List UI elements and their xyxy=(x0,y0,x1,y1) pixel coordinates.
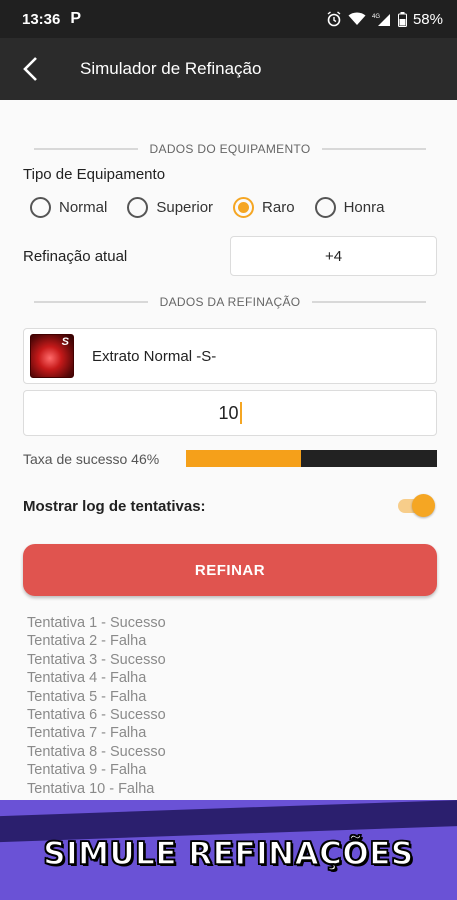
success-rate-bar xyxy=(186,450,437,467)
log-item: Tentativa 5 - Falha xyxy=(27,688,147,705)
quantity-input[interactable]: 10 xyxy=(23,390,437,436)
radio-normal[interactable]: Normal xyxy=(30,197,107,218)
log-item: Tentativa 6 - Sucesso xyxy=(27,707,166,724)
current-refine-value: +4 xyxy=(324,247,343,265)
battery-percent: 58% xyxy=(412,10,443,28)
refine-ore-icon: S xyxy=(30,334,74,378)
show-log-toggle[interactable] xyxy=(396,493,436,519)
parking-app-icon: P xyxy=(70,10,82,27)
refine-item-select[interactable]: S Extrato Normal -S- xyxy=(23,328,437,384)
current-refine-label: Refinação atual xyxy=(23,248,128,265)
radio-label: Normal xyxy=(59,199,108,216)
equipment-type-group: Normal Superior Raro Honra xyxy=(30,197,384,218)
app-bar: Simulador de Refinação xyxy=(0,38,457,100)
log-item: Tentativa 3 - Sucesso xyxy=(27,651,166,668)
radio-circle xyxy=(30,197,51,218)
quantity-value: 10 xyxy=(218,402,239,423)
battery-icon xyxy=(397,11,407,27)
divider-line xyxy=(34,301,148,303)
radio-honra[interactable]: Honra xyxy=(314,197,385,218)
attempt-log: Tentativa 1 - Sucesso Tentativa 2 - Falha… xyxy=(27,614,427,798)
equipment-type-label: Tipo de Equipamento xyxy=(23,166,166,183)
banner-text: SIMULE REFINAÇÕES xyxy=(43,835,414,873)
status-icons: 4G 58% xyxy=(326,11,443,28)
status-time: 13:36 xyxy=(22,10,61,28)
success-rate-fill xyxy=(186,450,302,467)
page-title: Simulador de Refinação xyxy=(80,59,262,78)
toggle-knob xyxy=(412,494,435,517)
status-bar: 13:36 P 4G 58% xyxy=(0,0,457,38)
log-item: Tentativa 8 - Sucesso xyxy=(27,743,166,760)
success-rate-label: Taxa de sucesso 46% xyxy=(23,451,160,467)
log-item: Tentativa 9 - Falha xyxy=(27,762,147,779)
wifi-icon xyxy=(348,12,366,26)
log-item: Tentativa 1 - Sucesso xyxy=(27,615,166,631)
refine-section-header: DADOS DA REFINAÇÃO xyxy=(34,292,427,312)
item-name: Extrato Normal -S- xyxy=(92,347,217,365)
current-refine-select[interactable]: +4 xyxy=(230,236,437,276)
item-grade-badge: S xyxy=(61,336,69,348)
log-item: Tentativa 4 - Falha xyxy=(27,670,147,687)
text-cursor xyxy=(239,402,242,424)
radio-label: Honra xyxy=(343,199,385,216)
log-item: Tentativa 7 - Falha xyxy=(27,725,147,742)
refine-button-label: REFINAR xyxy=(194,561,266,579)
log-item: Tentativa 10 - Falha xyxy=(27,780,155,797)
signal-icon: 4G xyxy=(372,12,392,26)
equipment-section-header: DADOS DO EQUIPAMENTO xyxy=(34,139,427,159)
equipment-section-title: DADOS DO EQUIPAMENTO xyxy=(149,142,311,156)
refine-section-title: DADOS DA REFINAÇÃO xyxy=(159,295,301,309)
promo-banner: SIMULE REFINAÇÕES xyxy=(0,800,457,900)
radio-circle-selected xyxy=(233,197,255,218)
radio-label: Raro xyxy=(262,199,295,216)
log-item: Tentativa 2 - Falha xyxy=(27,633,147,650)
radio-circle xyxy=(127,197,149,218)
divider-line xyxy=(322,148,427,150)
radio-superior[interactable]: Superior xyxy=(127,197,213,218)
radio-label: Superior xyxy=(156,199,214,216)
divider-line xyxy=(312,301,427,303)
alarm-icon xyxy=(326,11,342,27)
back-button[interactable] xyxy=(0,38,60,100)
network-label: 4G xyxy=(372,14,380,20)
refine-button[interactable]: REFINAR xyxy=(23,544,437,596)
divider-line xyxy=(34,148,138,150)
back-arrow-icon xyxy=(23,57,37,81)
radio-raro[interactable]: Raro xyxy=(233,197,295,218)
radio-circle xyxy=(314,197,336,218)
main-content: DADOS DO EQUIPAMENTO Tipo de Equipamento… xyxy=(0,100,457,800)
show-log-label: Mostrar log de tentativas: xyxy=(23,498,206,515)
